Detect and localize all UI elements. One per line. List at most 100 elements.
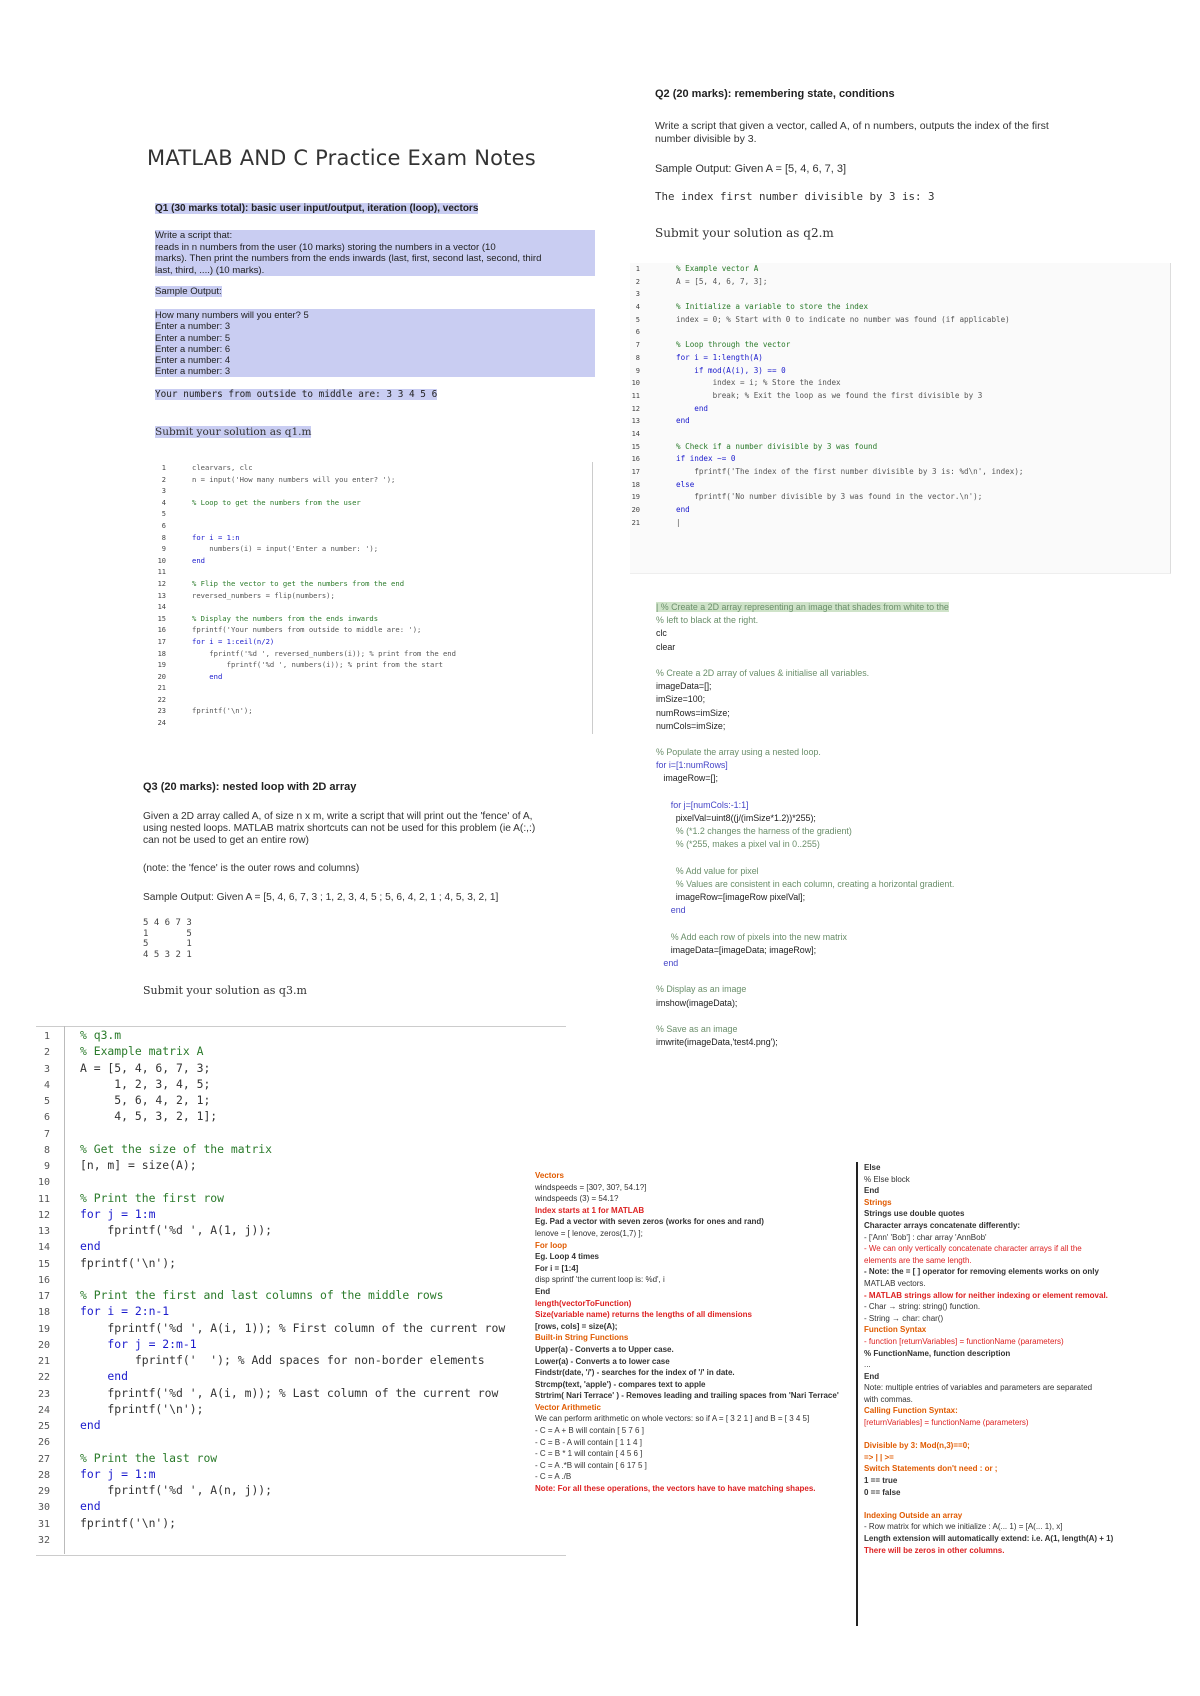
code-line: 11 break; % Exit the loop as we found th… (630, 390, 1170, 403)
notes-line: end (656, 957, 1176, 970)
notes-line: % Display as an image (656, 983, 1176, 996)
code-text: end (192, 671, 223, 681)
notes-text: imageRow=[]; (656, 773, 718, 784)
q1-prompt: Write a script that: reads in n numbers f… (155, 230, 595, 276)
q1-sample-output: How many numbers will you enter? 5 Enter … (155, 309, 595, 377)
notes-text: % Create a 2D array of values & initiali… (656, 667, 870, 678)
code-text: for j = 2:m-1 (80, 1336, 197, 1351)
line-number: 19 (631, 493, 640, 502)
code-line: 16 fprintf('Your numbers from outside to … (150, 624, 592, 636)
line-number: 14 (631, 429, 640, 438)
q3-prompt-line: Given a 2D array called A, of size n x m… (143, 811, 533, 822)
code-text: fprintf('%d ', A(i, 1)); % First column … (80, 1320, 506, 1335)
code-text: % Print the last row (80, 1450, 218, 1465)
cheat-line: Built-in String Functions (535, 1333, 629, 1343)
notes-text: imSize=100; (656, 694, 706, 705)
notes-line: imSize=100; (656, 693, 1176, 706)
q3-sample: Sample Output: Given A = [5, 4, 6, 7, 3 … (143, 891, 499, 903)
q1-sample-line: Enter a number: 3 (155, 320, 595, 332)
notes-line: % left to black at the right. (656, 614, 1176, 627)
code-text: fprintf('%d ', A(i, m)); % Last column o… (80, 1385, 499, 1400)
code-line: 24 (150, 717, 592, 729)
q3-gutter-divider (64, 1026, 65, 1554)
code-line: 14 (150, 601, 592, 613)
notes-text: % (*255, makes a pixel val in 0..255) (656, 839, 820, 850)
cheat-line: For loop (535, 1240, 567, 1250)
code-text: if mod(A(i), 3) == 0 (676, 365, 786, 375)
line-number: 11 (631, 391, 640, 400)
q2-section: Q2 (20 marks): remembering state, condit… (655, 88, 1135, 240)
code-line: 6 (150, 520, 592, 532)
code-text: % Display the numbers from the ends inwa… (192, 613, 379, 623)
code-text: end (676, 416, 690, 426)
code-line: 21 | (630, 517, 1170, 530)
notes-line: imageData=[imageData; imageRow]; (656, 944, 1176, 957)
code-line: 12 for j = 1:m (36, 1206, 566, 1222)
cheat-line: % Else block (864, 1174, 910, 1184)
code-line: 6 4, 5, 3, 2, 1]; (36, 1108, 566, 1124)
code-line: 1 % Example vector A (630, 263, 1170, 276)
code-line: 7 (36, 1125, 566, 1141)
cheat-line: - C = A ./B (535, 1472, 572, 1482)
code-line: 9 numbers(i) = input('Enter a number: ')… (150, 543, 592, 555)
cheat-line: Upper(a) - Converts a to Upper case. (535, 1344, 674, 1354)
code-line: 6 (630, 326, 1170, 339)
code-line: 13 fprintf('%d ', A(1, j)); (36, 1222, 566, 1238)
notes-line (656, 852, 1176, 865)
cheat-line: Strtrim( Nari Terrace' ) - Removes leadi… (535, 1391, 839, 1401)
code-line: 8% Get the size of the matrix (36, 1141, 566, 1157)
cheat-line: windspeeds (3) = 54.1? (535, 1194, 619, 1204)
code-line: 2n = input('How many numbers will you en… (150, 474, 592, 486)
code-line: 20 end (630, 504, 1170, 517)
cheat-line: - ['Ann' 'Bob'] : char array 'AnnBob' (864, 1232, 987, 1242)
code-line: 2% Example matrix A (36, 1043, 566, 1059)
code-line: 17 fprintf('The index of the first numbe… (630, 466, 1170, 479)
line-number: 21 (631, 518, 640, 527)
line-number: 1 (161, 464, 166, 472)
q2-heading: Q2 (20 marks): remembering state, condit… (655, 88, 895, 100)
code-line: 3 (630, 288, 1170, 301)
code-text: for j = 1:m (80, 1206, 156, 1221)
notes-line: for j=[numCols:-1:1] (656, 799, 1176, 812)
notes-line: % Populate the array using a nested loop… (656, 746, 1176, 759)
cheat-line: Strings use double quotes (864, 1209, 965, 1219)
code-line: 28 for j = 1:m (36, 1466, 566, 1482)
q3-fence-line: 1 5 (143, 928, 192, 939)
code-line: 17 for i = 1:ceil(n/2) (150, 636, 592, 648)
cheat-line: - MATLAB strings allow for neither index… (864, 1290, 1108, 1300)
code-text: reversed_numbers = flip(numbers); (192, 590, 335, 600)
line-number: 19 (157, 661, 166, 670)
code-text: index = 0; % Start with 0 to indicate no… (676, 314, 1010, 324)
code-line: 16 (36, 1271, 566, 1287)
cheat-line: - C = A + B will contain [ 5 7 6 ] (535, 1426, 644, 1436)
cheat-line: Vectors (535, 1171, 564, 1180)
code-line: 9 [n, m] = size(A); (36, 1157, 566, 1173)
line-number: 12 (631, 404, 640, 413)
code-line: 20 for j = 2:m-1 (36, 1336, 566, 1352)
code-line: 9 if mod(A(i), 3) == 0 (630, 365, 1170, 378)
q3-fence-line: 5 1 (143, 939, 192, 949)
cheat-line: Eg. Pad a vector with seven zeros (works… (535, 1217, 764, 1227)
code-text: % Example matrix A (80, 1044, 204, 1059)
code-line: 22 end (36, 1368, 566, 1384)
cheat-line: - Row matrix for which we initialize : A… (864, 1522, 1063, 1532)
notes-line: end (656, 904, 1176, 917)
q1-prompt-line: last, third, ....) (10 marks). (155, 264, 595, 276)
code-text: break; % Exit the loop as we found the f… (676, 390, 983, 400)
notes-text: end (656, 905, 686, 916)
code-text: fprintf('\n'); (192, 706, 253, 716)
q3-heading: Q3 (20 marks): nested loop with 2D array (143, 781, 357, 793)
code-text: % q3.m (80, 1028, 122, 1042)
cheat-line: Divisible by 3: Mod(n,3)==0; (864, 1441, 970, 1451)
line-number: 6 (635, 328, 640, 337)
notes-text: pixelVal=uint8((j/(imSize*1.2))*255); (656, 813, 816, 823)
code-text: | (676, 517, 681, 527)
notes-text: clear (656, 641, 676, 652)
q1-sample-line: Enter a number: 4 (155, 354, 595, 366)
code-line: 19 fprintf('%d ', A(i, 1)); % First colu… (36, 1320, 566, 1336)
q1-sample-line: Enter a number: 6 (155, 342, 595, 355)
code-text: end (80, 1369, 129, 1384)
code-text: if index ~= 0 (676, 454, 736, 464)
code-line: 18 else (630, 479, 1170, 492)
image-gradient-notes: | % Create a 2D array representing an im… (656, 601, 1176, 1049)
